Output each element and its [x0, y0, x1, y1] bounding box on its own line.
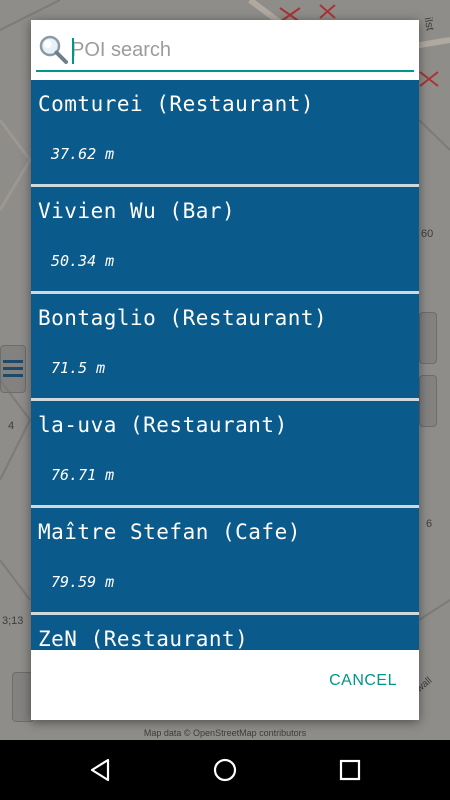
poi-distance: 71.5 m: [51, 359, 106, 377]
navigation-bar: [0, 740, 450, 800]
poi-search-dialog: Comturei (Restaurant) 37.62 m Vivien Wu …: [31, 20, 419, 720]
poi-name: Vivien Wu (Bar): [38, 199, 236, 223]
recents-icon[interactable]: [336, 756, 364, 784]
poi-name: ZeN (Restaurant): [38, 627, 249, 650]
poi-name: Bontaglio (Restaurant): [38, 306, 328, 330]
list-item[interactable]: la-uva (Restaurant) 76.71 m: [31, 401, 419, 508]
poi-name: la-uva (Restaurant): [38, 413, 288, 437]
map-compass-button[interactable]: [419, 375, 437, 427]
poi-name: Maître Stefan (Cafe): [38, 520, 301, 544]
map-zoom-button[interactable]: [419, 312, 437, 364]
poi-distance: 76.71 m: [51, 466, 115, 484]
dialog-footer: CANCEL: [31, 650, 419, 720]
poi-distance: 37.62 m: [51, 145, 115, 163]
search-bar: [31, 20, 419, 80]
search-underline: [36, 70, 414, 72]
back-icon[interactable]: [86, 756, 114, 784]
poi-results-list[interactable]: Comturei (Restaurant) 37.62 m Vivien Wu …: [31, 80, 419, 650]
poi-name: Comturei (Restaurant): [38, 92, 315, 116]
list-icon: [3, 360, 23, 377]
list-item[interactable]: Comturei (Restaurant) 37.62 m: [31, 80, 419, 187]
map-layers-button[interactable]: [0, 345, 26, 393]
list-item[interactable]: ZeN (Restaurant): [31, 615, 419, 650]
map-label: ilst: [421, 16, 436, 32]
list-item[interactable]: Vivien Wu (Bar) 50.34 m: [31, 187, 419, 294]
list-item[interactable]: Bontaglio (Restaurant) 71.5 m: [31, 294, 419, 401]
home-icon[interactable]: [211, 756, 239, 784]
cancel-button[interactable]: CANCEL: [329, 672, 397, 690]
poi-distance: 50.34 m: [51, 252, 115, 270]
list-item[interactable]: Maître Stefan (Cafe) 79.59 m: [31, 508, 419, 615]
map-label: 4: [8, 420, 15, 432]
map-label: 3;13: [2, 615, 24, 627]
search-input[interactable]: [71, 32, 411, 68]
text-cursor: [72, 38, 74, 64]
map-attribution: Map data © OpenStreetMap contributors: [143, 728, 307, 738]
map-label: 60: [421, 228, 434, 240]
map-label: 6: [426, 518, 433, 530]
poi-distance: 79.59 m: [51, 573, 115, 591]
search-icon: [39, 35, 68, 64]
